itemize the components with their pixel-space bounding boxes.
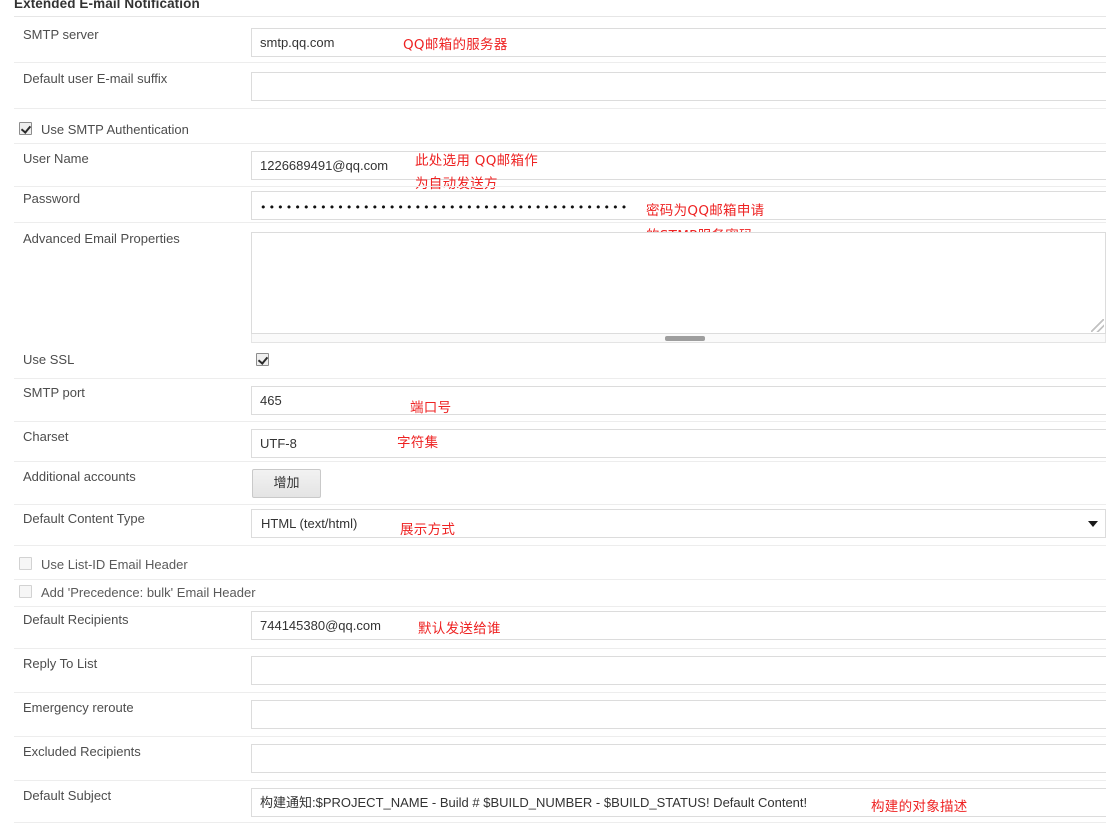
advanced-email-properties-textarea[interactable] [251,232,1106,334]
label-smtp-port: SMTP port [23,385,85,400]
label-smtp-server: SMTP server [23,27,99,42]
row-divider [14,545,1106,546]
default-recipients-input[interactable]: 744145380@qq.com [251,611,1106,640]
reply-to-list-input[interactable] [251,656,1106,685]
use-smtp-authentication-checkbox[interactable] [19,122,32,135]
resize-grip-icon[interactable] [1091,319,1104,332]
row-divider [14,736,1106,737]
page-title: Extended E-mail Notification [14,0,200,11]
row-divider [14,822,1106,823]
label-excluded-recipients: Excluded Recipients [23,744,141,759]
user-name-input[interactable]: 1226689491@qq.com [251,151,1106,180]
annotation-content-type: 展示方式 [400,522,456,538]
default-content-type-value: HTML (text/html) [261,516,358,531]
use-listid-email-header-checkbox[interactable] [19,557,32,570]
section-divider [14,16,1106,17]
add-account-button[interactable]: 增加 [252,469,321,498]
row-divider [14,62,1106,63]
label-default-recipients: Default Recipients [23,612,129,627]
label-default-content-type: Default Content Type [23,511,145,526]
annotation-smtp-port: 端口号 [410,400,452,416]
smtp-server-input[interactable]: smtp.qq.com [251,28,1106,57]
row-divider [14,780,1106,781]
label-reply-to-list: Reply To List [23,656,98,671]
annotation-default-subject: 构建的对象描述 [871,799,968,815]
label-default-user-email-suffix: Default user E-mail suffix [23,71,168,86]
annotation-password-line1: 密码为QQ邮箱申请 [646,203,765,219]
emergency-reroute-input[interactable] [251,700,1106,729]
default-user-email-suffix-input[interactable] [251,72,1106,101]
excluded-recipients-input[interactable] [251,744,1106,773]
annotation-default-recipients: 默认发送给谁 [418,621,501,637]
label-user-name: User Name [23,151,89,166]
row-divider [14,421,1106,422]
default-content-type-select[interactable]: HTML (text/html) [251,509,1106,538]
chevron-down-icon[interactable] [1088,521,1098,527]
row-divider [14,606,1106,607]
row-divider [14,504,1106,505]
row-divider [14,692,1106,693]
annotation-user-name-line1: 此处选用 QQ邮箱作 [415,153,539,169]
label-emergency-reroute: Emergency reroute [23,700,134,715]
annotation-charset: 字符集 [397,435,439,451]
row-divider [14,579,1106,580]
add-precedence-bulk-checkbox[interactable] [19,585,32,598]
label-default-subject: Default Subject [23,788,112,803]
charset-input[interactable]: UTF-8 [251,429,1106,458]
use-listid-email-header-label: Use List-ID Email Header [41,557,188,572]
label-additional-accounts: Additional accounts [23,469,136,484]
row-divider [14,143,1106,144]
row-divider [14,186,1106,187]
use-ssl-checkbox[interactable] [256,353,269,366]
label-charset: Charset [23,429,69,444]
label-advanced-email-properties: Advanced Email Properties [23,231,180,246]
password-masked-value: ••••••••••••••••••••••••••••••••••••••••… [260,201,630,214]
use-smtp-authentication-label: Use SMTP Authentication [41,122,189,137]
row-divider [14,378,1106,379]
annotation-smtp-server: QQ邮箱的服务器 [403,37,508,53]
row-divider [14,108,1106,109]
row-divider [14,648,1106,649]
label-password: Password [23,191,81,206]
smtp-port-input[interactable]: 465 [251,386,1106,415]
annotation-user-name-line2: 为自动发送方 [415,176,498,192]
textarea-horizontal-scrollbar[interactable] [251,334,1106,343]
row-divider [14,461,1106,462]
row-divider [14,222,1106,223]
add-precedence-bulk-label: Add 'Precedence: bulk' Email Header [41,585,256,600]
label-use-ssl: Use SSL [23,352,75,367]
default-subject-input[interactable]: 构建通知:$PROJECT_NAME - Build # $BUILD_NUMB… [251,788,1106,817]
scrollbar-thumb[interactable] [665,336,705,341]
